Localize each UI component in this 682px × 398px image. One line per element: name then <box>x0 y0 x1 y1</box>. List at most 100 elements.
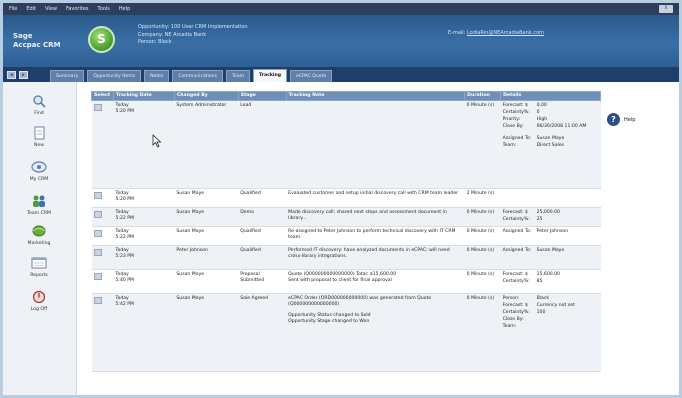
detail-value: Direct Sales <box>536 143 565 148</box>
sidebar-label-reports: Reports <box>30 273 48 278</box>
tracking-table: Select Tracking Date Changed By Stage Tr… <box>91 91 601 372</box>
column-header-changed-by[interactable]: Changed By <box>173 91 239 101</box>
changed-by-cell: Susan Maye <box>174 269 239 294</box>
sidebar-item-log-off[interactable]: Log Off <box>13 290 65 312</box>
forward-button[interactable]: ▸ <box>19 71 28 79</box>
stage-value: Sale Agreed <box>240 296 268 301</box>
tab-notes[interactable]: Notes <box>144 70 170 82</box>
row-select-checkbox[interactable] <box>93 297 102 304</box>
tracking-note-line: Sent with proposal to client for final a… <box>288 278 392 283</box>
details-cell: Assigned To: Peter Johnson <box>500 226 601 246</box>
column-header-select[interactable]: Select <box>91 91 114 101</box>
sidebar-item-reports[interactable]: Reports <box>13 256 65 278</box>
row-select-checkbox[interactable] <box>93 273 102 280</box>
details-cell: Assigned To: Susan Maye <box>500 245 601 270</box>
window-close-button[interactable]: X <box>659 5 673 13</box>
stage-value: Qualified <box>240 248 261 253</box>
help-label[interactable]: Help <box>624 117 635 123</box>
select-cell[interactable] <box>91 100 114 189</box>
tab-team[interactable]: Team <box>225 70 251 82</box>
detail-value: 0.00 <box>536 103 547 108</box>
stage-value: Proposal Submitted <box>240 272 265 283</box>
opportunity-name: Opportunity: 100 User CRM Implementation <box>138 24 248 30</box>
select-cell[interactable] <box>91 226 114 246</box>
table-row[interactable]: Today 5:40 PM Susan Maye Proposal Submitted… <box>91 269 601 294</box>
details-list: Forecast: $ 25,000.00 Certainty%: 25 <box>503 210 599 223</box>
column-header-tracking-note[interactable]: Tracking Note <box>285 91 466 101</box>
duration-cell: 0 Minute (s) <box>464 207 501 227</box>
opportunity-person: Person: Black <box>138 39 172 45</box>
help-link[interactable]: ? Help <box>607 113 635 126</box>
row-select-checkbox[interactable] <box>93 230 102 237</box>
stage-value: Qualified <box>240 191 261 196</box>
select-cell[interactable] <box>91 188 114 208</box>
column-header-tracking-date[interactable]: Tracking Date <box>112 91 175 101</box>
detail-label: Forecast: $ <box>502 272 528 277</box>
sidebar-label-my-crm: My CRM <box>29 177 49 182</box>
detail-value: 15,600.00 <box>536 272 560 277</box>
help-icon[interactable]: ? <box>607 113 620 126</box>
new-document-icon <box>34 126 45 140</box>
tab-ecpac-quote[interactable]: eCPAC Quote <box>290 70 333 82</box>
stage-cell: Qualified <box>238 188 287 208</box>
detail-label: Assigned To: <box>502 248 532 253</box>
changed-by-value: Susan Maye <box>176 229 205 234</box>
table-row[interactable]: Today 5:20 PM Susan Maye Qualified Evaluated… <box>91 188 601 208</box>
detail-value: Susan Maye <box>536 136 565 141</box>
detail-label: Assigned To: <box>502 136 532 141</box>
changed-by-cell: Susan Maye <box>174 188 239 208</box>
row-select-checkbox[interactable] <box>93 249 102 256</box>
tracking-note-cell: Quote (Q000000000000000) Total: $15,600.… <box>286 269 465 294</box>
detail-value: High <box>536 117 548 122</box>
menu-help[interactable]: Help <box>119 6 130 12</box>
stage-cell: Proposal Submitted <box>238 269 287 294</box>
table-row[interactable]: Today 5:22 PM Susan Maye Qualified Re-assign… <box>91 226 601 246</box>
sidebar-item-new[interactable]: New <box>13 126 65 148</box>
details-spacer <box>503 131 599 135</box>
column-header-stage[interactable]: Stage <box>237 91 287 101</box>
sidebar-item-marketing[interactable]: Marketing <box>13 224 65 246</box>
detail-label: Forecast: $ <box>502 103 528 108</box>
menu-favorites[interactable]: Favorites <box>66 6 89 12</box>
select-cell[interactable] <box>91 207 114 227</box>
select-cell[interactable] <box>91 245 114 270</box>
menu-tools[interactable]: Tools <box>98 6 110 12</box>
duration-value: 0 Minute (s) <box>466 296 495 301</box>
table-row[interactable]: Today 5:22 PM Susan Maye Demo Made discovery… <box>91 207 601 227</box>
email-link[interactable]: LodiaRin@NEArcadiaBank.com <box>467 30 544 36</box>
table-row[interactable]: Today 5:20 PM System Administrator Lead 0 Mi… <box>91 100 601 189</box>
tab-communications[interactable]: Communications <box>172 70 223 82</box>
duration-cell: 0 Minute (s) <box>464 245 501 270</box>
detail-value: 25 <box>536 217 543 222</box>
changed-by-cell: Peter Johnson <box>174 245 239 270</box>
menu-file[interactable]: File <box>9 6 17 12</box>
sidebar-item-my-crm[interactable]: My CRM <box>13 160 65 182</box>
detail-label: Certainty%: <box>502 110 530 115</box>
column-header-duration[interactable]: Duration <box>464 91 502 101</box>
tab-tracking[interactable]: Tracking <box>253 69 288 82</box>
stage-value: Qualified <box>240 229 261 234</box>
sidebar-item-team-crm[interactable]: Team CRM <box>13 194 65 216</box>
select-cell[interactable] <box>91 269 114 294</box>
detail-value <box>537 317 599 323</box>
menu-edit[interactable]: Edit <box>26 6 36 12</box>
row-select-checkbox[interactable] <box>93 192 102 199</box>
sidebar-label-log-off: Log Off <box>30 307 48 312</box>
tracking-date-line: 5:22 PM <box>115 235 134 240</box>
column-header-details[interactable]: Details <box>500 91 601 101</box>
tracking-date-line: 5:23 PM <box>115 254 134 259</box>
tab-summary[interactable]: Summary <box>50 70 85 82</box>
details-cell: Forecast: $ 15,600.00 Certainty%: 85 <box>500 269 601 294</box>
tracking-note-cell: Evaluated customer and setup initial dis… <box>286 188 465 208</box>
tracking-date-cell: Today 5:22 PM <box>113 226 175 246</box>
back-button[interactable]: ◂ <box>7 71 16 79</box>
select-cell[interactable] <box>91 293 114 372</box>
tab-opportunity-items[interactable]: Opportunity Items <box>87 70 142 82</box>
menu-view[interactable]: View <box>45 6 57 12</box>
table-row[interactable]: Today 5:23 PM Peter Johnson Qualified Perfor… <box>91 245 601 270</box>
sidebar-item-find[interactable]: Find <box>13 94 65 116</box>
opportunity-company: Company: NE Arcadia Bank <box>138 31 207 38</box>
table-row[interactable]: Today 5:42 PM Susan Maye Sale Agreed eCPAC O… <box>91 293 601 372</box>
row-select-checkbox[interactable] <box>93 211 102 218</box>
row-select-checkbox[interactable] <box>93 104 102 111</box>
